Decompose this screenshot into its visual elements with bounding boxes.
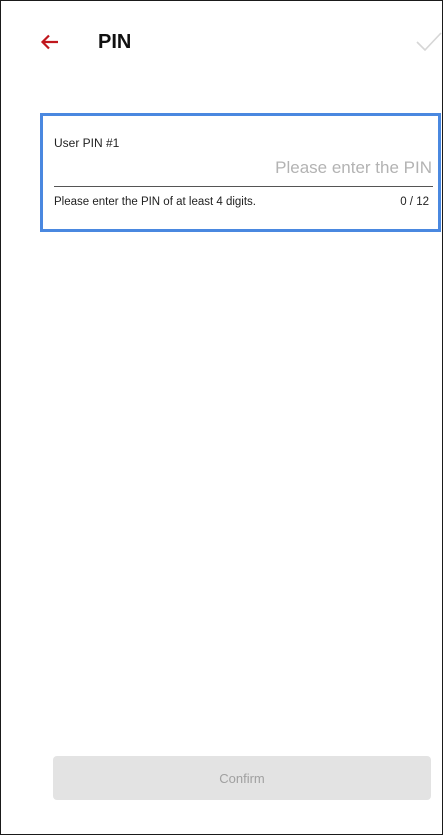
- pin-input[interactable]: [54, 151, 434, 185]
- save-button[interactable]: [415, 29, 442, 55]
- checkmark-icon: [416, 32, 442, 52]
- page-title: PIN: [98, 31, 132, 53]
- back-button[interactable]: [39, 31, 61, 53]
- character-counter: 0 / 12: [400, 196, 429, 208]
- input-underline: [54, 186, 433, 187]
- helper-text: Please enter the PIN of at least 4 digit…: [54, 196, 257, 208]
- arrow-left-icon: [40, 34, 58, 50]
- confirm-button[interactable]: Confirm: [53, 756, 431, 800]
- pin-input-group: User PIN #1 Please enter the PIN of at l…: [40, 113, 441, 232]
- top-app-bar: PIN: [1, 1, 442, 87]
- app-window: PIN User PIN #1 Please enter the PIN of …: [0, 0, 443, 835]
- field-label: User PIN #1: [54, 136, 120, 150]
